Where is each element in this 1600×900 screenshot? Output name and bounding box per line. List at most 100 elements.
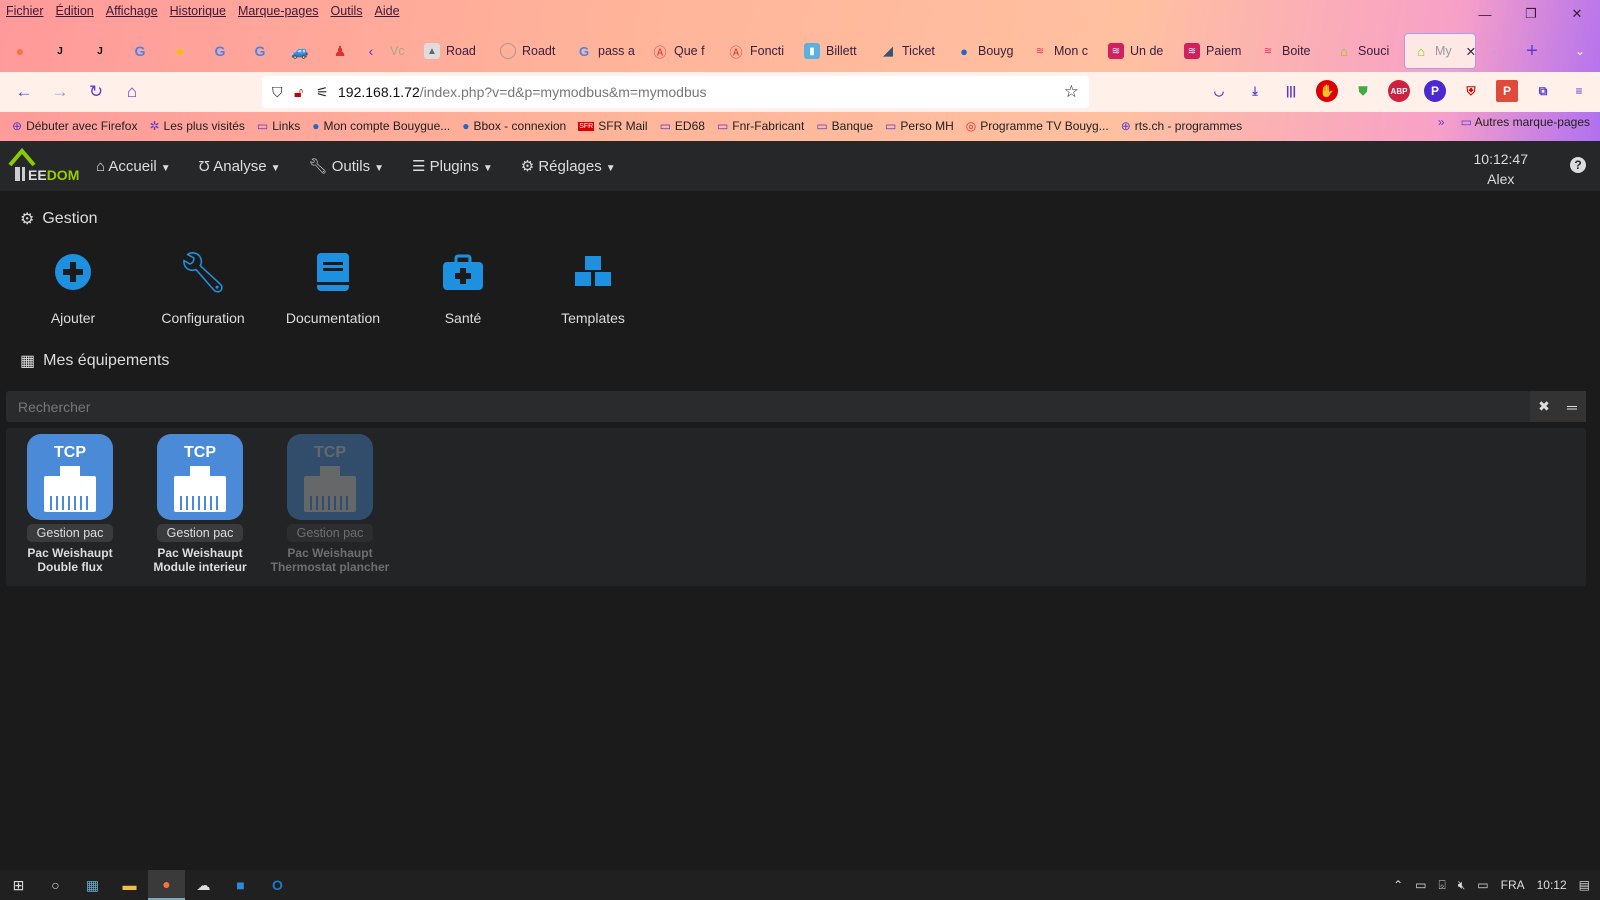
abp-icon[interactable]: ABP	[1388, 80, 1410, 102]
tab[interactable]: Gpass a	[568, 33, 644, 69]
pinned-tab-coin[interactable]: ●	[160, 33, 200, 69]
p-red-extension-icon[interactable]: P	[1496, 80, 1518, 102]
tab[interactable]: Ⓐ Que f	[644, 33, 720, 69]
restore-button[interactable]: ❐	[1508, 0, 1554, 28]
menu-accueil[interactable]: ⌂ Accueil ▼	[96, 158, 171, 175]
menu-aide[interactable]: Aide	[375, 4, 400, 18]
url-bar[interactable]: ⛉ 🔓︎ ⚟ 192.168.1.72/index.php?v=d&p=mymo…	[262, 76, 1089, 108]
jeedom-logo[interactable]: EEDOM	[8, 147, 79, 185]
bookmark[interactable]: ⊕ Débuter avec Firefox	[12, 119, 137, 133]
bookmark[interactable]: ◎ Programme TV Bouyg...	[966, 119, 1109, 133]
store-icon[interactable]: ■	[222, 870, 259, 900]
tab[interactable]: ◢ Ticket	[872, 33, 948, 69]
scroll-tabs-left-button[interactable]: ‹	[360, 33, 382, 69]
tab[interactable]: ≋ Boite	[1252, 33, 1328, 69]
menu-outils[interactable]: 🔧︎ Outils ▼	[309, 157, 384, 175]
pinned-tab-car[interactable]: 🚙	[280, 33, 320, 69]
notifications-icon[interactable]: ▤	[1579, 878, 1590, 892]
menu-fichier[interactable]: Fichier	[6, 4, 44, 18]
menu-outils[interactable]: Outils	[331, 4, 363, 18]
tab[interactable]: ▲ Road	[416, 33, 492, 69]
close-window-button[interactable]: ✕	[1554, 0, 1600, 28]
tab[interactable]: ≋ Paiem	[1176, 33, 1252, 69]
lock-shield-icon[interactable]: ⛨	[1460, 80, 1482, 102]
search-icon[interactable]: ○	[37, 870, 74, 900]
extensions-puzzle-icon[interactable]: ⧉	[1532, 80, 1554, 102]
tab[interactable]: Roadt	[492, 33, 568, 69]
search-input[interactable]	[6, 391, 1526, 422]
menu-marque-pages[interactable]: Marque-pages	[238, 4, 319, 18]
clear-search-button[interactable]: ✖	[1530, 391, 1558, 422]
documentation-button[interactable]: Documentation	[268, 246, 398, 326]
equipment-card[interactable]: TCP Gestion pac Pac Weishaupt Module inte…	[140, 434, 260, 574]
pinned-tab-google-3[interactable]: G	[240, 33, 280, 69]
bookmark-star-icon[interactable]: ☆	[1064, 82, 1079, 102]
menu-reglages[interactable]: ⚙ Réglages ▼	[521, 157, 616, 175]
list-tabs-button[interactable]: ⌄	[1560, 33, 1600, 69]
scroll-tabs-right-button[interactable]: ›	[1476, 33, 1512, 69]
menu-historique[interactable]: Historique	[170, 4, 226, 18]
menu-edition[interactable]: Édition	[56, 4, 94, 18]
permissions-icon[interactable]: ⚟	[316, 84, 338, 101]
bookmark[interactable]: ▭ ED68	[660, 119, 705, 133]
menu-affichage[interactable]: Affichage	[106, 4, 158, 18]
tab[interactable]: Vc	[382, 33, 416, 69]
bookmark[interactable]: ● Bbox - connexion	[462, 119, 566, 133]
ajouter-button[interactable]: Ajouter	[8, 246, 138, 326]
new-tab-button[interactable]: +	[1512, 33, 1552, 69]
shield-icon[interactable]: ⛉	[272, 84, 294, 101]
download-icon[interactable]: ⤓	[1244, 80, 1266, 102]
templates-button[interactable]: Templates	[528, 246, 658, 326]
library-icon[interactable]: |||	[1280, 80, 1302, 102]
tab[interactable]: Ⓐ Foncti	[720, 33, 796, 69]
network-icon[interactable]: ▭	[1477, 878, 1488, 892]
equipment-card[interactable]: TCP Gestion pac Pac Weishaupt Double flux	[10, 434, 130, 574]
pinned-tab-google[interactable]: G	[120, 33, 160, 69]
insecure-lock-icon[interactable]: 🔓︎	[294, 84, 316, 101]
user-name[interactable]: Alex	[1474, 169, 1529, 189]
adguard-shield-icon[interactable]: ⛊	[1352, 80, 1374, 102]
chevron-up-icon[interactable]: ⌃	[1393, 878, 1403, 892]
adblock-hand-icon[interactable]: ✋	[1316, 80, 1338, 102]
pocket-icon[interactable]: ◡	[1208, 80, 1230, 102]
app-menu-icon[interactable]: ≡	[1568, 80, 1590, 102]
bookmark[interactable]: ⊕ rts.ch - programmes	[1121, 119, 1242, 133]
menu-plugins[interactable]: ☰ Plugins ▼	[412, 157, 493, 175]
tab-active[interactable]: ⌂ My ✕	[1404, 33, 1476, 69]
p-extension-icon[interactable]: P	[1424, 80, 1446, 102]
bookmark[interactable]: ▭ Fnr-Fabricant	[717, 119, 804, 133]
bookmark[interactable]: ✲ Les plus visités	[149, 119, 244, 133]
file-explorer-icon[interactable]: ▬	[111, 870, 148, 900]
bookmark[interactable]: SFR SFR Mail	[578, 119, 648, 133]
battery-icon[interactable]: ▭	[1415, 878, 1426, 892]
close-tab-icon[interactable]: ✕	[1466, 44, 1475, 59]
tab[interactable]: ▮ Billett	[796, 33, 872, 69]
windows-start-icon[interactable]: ⊞	[0, 870, 37, 900]
pinned-tab-jdf-2[interactable]: J	[80, 33, 120, 69]
menu-analyse[interactable]: Ʊ Analyse ▼	[199, 158, 281, 175]
calculator-icon[interactable]: ▦	[74, 870, 111, 900]
back-button[interactable]: ←	[6, 82, 42, 102]
device-icon[interactable]: ⌺	[1439, 878, 1446, 893]
taskbar-clock[interactable]: 10:12	[1537, 878, 1567, 892]
firefox-taskbar-icon[interactable]: ●	[148, 870, 185, 900]
chevrons-right-icon[interactable]: »	[1438, 115, 1445, 129]
pinned-tab-weber[interactable]: ♟	[320, 33, 360, 69]
pinned-tab-google-2[interactable]: G	[200, 33, 240, 69]
tab[interactable]: ≋ Mon c	[1024, 33, 1100, 69]
volume-muted-icon[interactable]: 🔇︎	[1458, 878, 1466, 893]
reload-button[interactable]: ↻	[78, 82, 114, 102]
language-indicator[interactable]: FRA	[1501, 878, 1525, 892]
home-button[interactable]: ⌂	[114, 82, 150, 102]
outlook-icon[interactable]: O	[259, 870, 296, 900]
tab[interactable]: ≋ Un de	[1100, 33, 1176, 69]
tab[interactable]: ⌂ Souci	[1328, 33, 1404, 69]
bookmark[interactable]: ▭ Banque	[816, 119, 873, 133]
other-bookmarks[interactable]: ▭ Autres marque-pages	[1461, 115, 1590, 129]
app-icon[interactable]: ☁	[185, 870, 222, 900]
minimize-button[interactable]: —	[1462, 0, 1508, 28]
bookmark[interactable]: ▭ Perso MH	[885, 119, 954, 133]
tab[interactable]: ● Bouyg	[948, 33, 1024, 69]
help-icon[interactable]: ?	[1570, 157, 1586, 173]
display-mode-button[interactable]: ═	[1558, 391, 1586, 422]
